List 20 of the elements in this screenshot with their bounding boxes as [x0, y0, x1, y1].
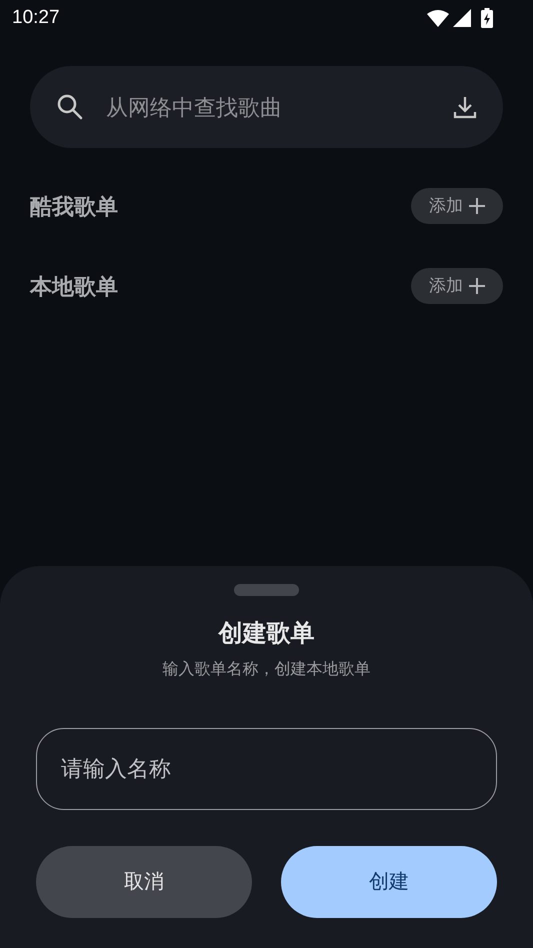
download-icon[interactable]: [453, 95, 477, 119]
create-button[interactable]: 创建: [281, 846, 497, 918]
search-bar[interactable]: 从网络中查找歌曲: [30, 66, 503, 148]
section-title: 酷我歌单: [30, 192, 118, 220]
drag-handle[interactable]: [234, 584, 299, 596]
section-title: 本地歌单: [30, 272, 118, 300]
add-button[interactable]: 添加: [411, 188, 503, 224]
plus-icon: [469, 278, 485, 294]
plus-icon: [469, 198, 485, 214]
search-icon: [56, 93, 84, 121]
status-time: 10:27: [12, 6, 60, 30]
wifi-icon: [427, 9, 449, 27]
sheet-title: 创建歌单: [218, 619, 314, 649]
add-button[interactable]: 添加: [411, 268, 503, 304]
sheet-subtitle: 输入歌单名称，创建本地歌单: [162, 660, 370, 680]
cancel-button[interactable]: 取消: [36, 846, 252, 918]
signal-icon: [453, 9, 471, 27]
battery-icon: [481, 8, 493, 28]
name-input-field[interactable]: 请输入名称: [36, 728, 497, 810]
search-field[interactable]: 从网络中查找歌曲: [106, 90, 453, 124]
